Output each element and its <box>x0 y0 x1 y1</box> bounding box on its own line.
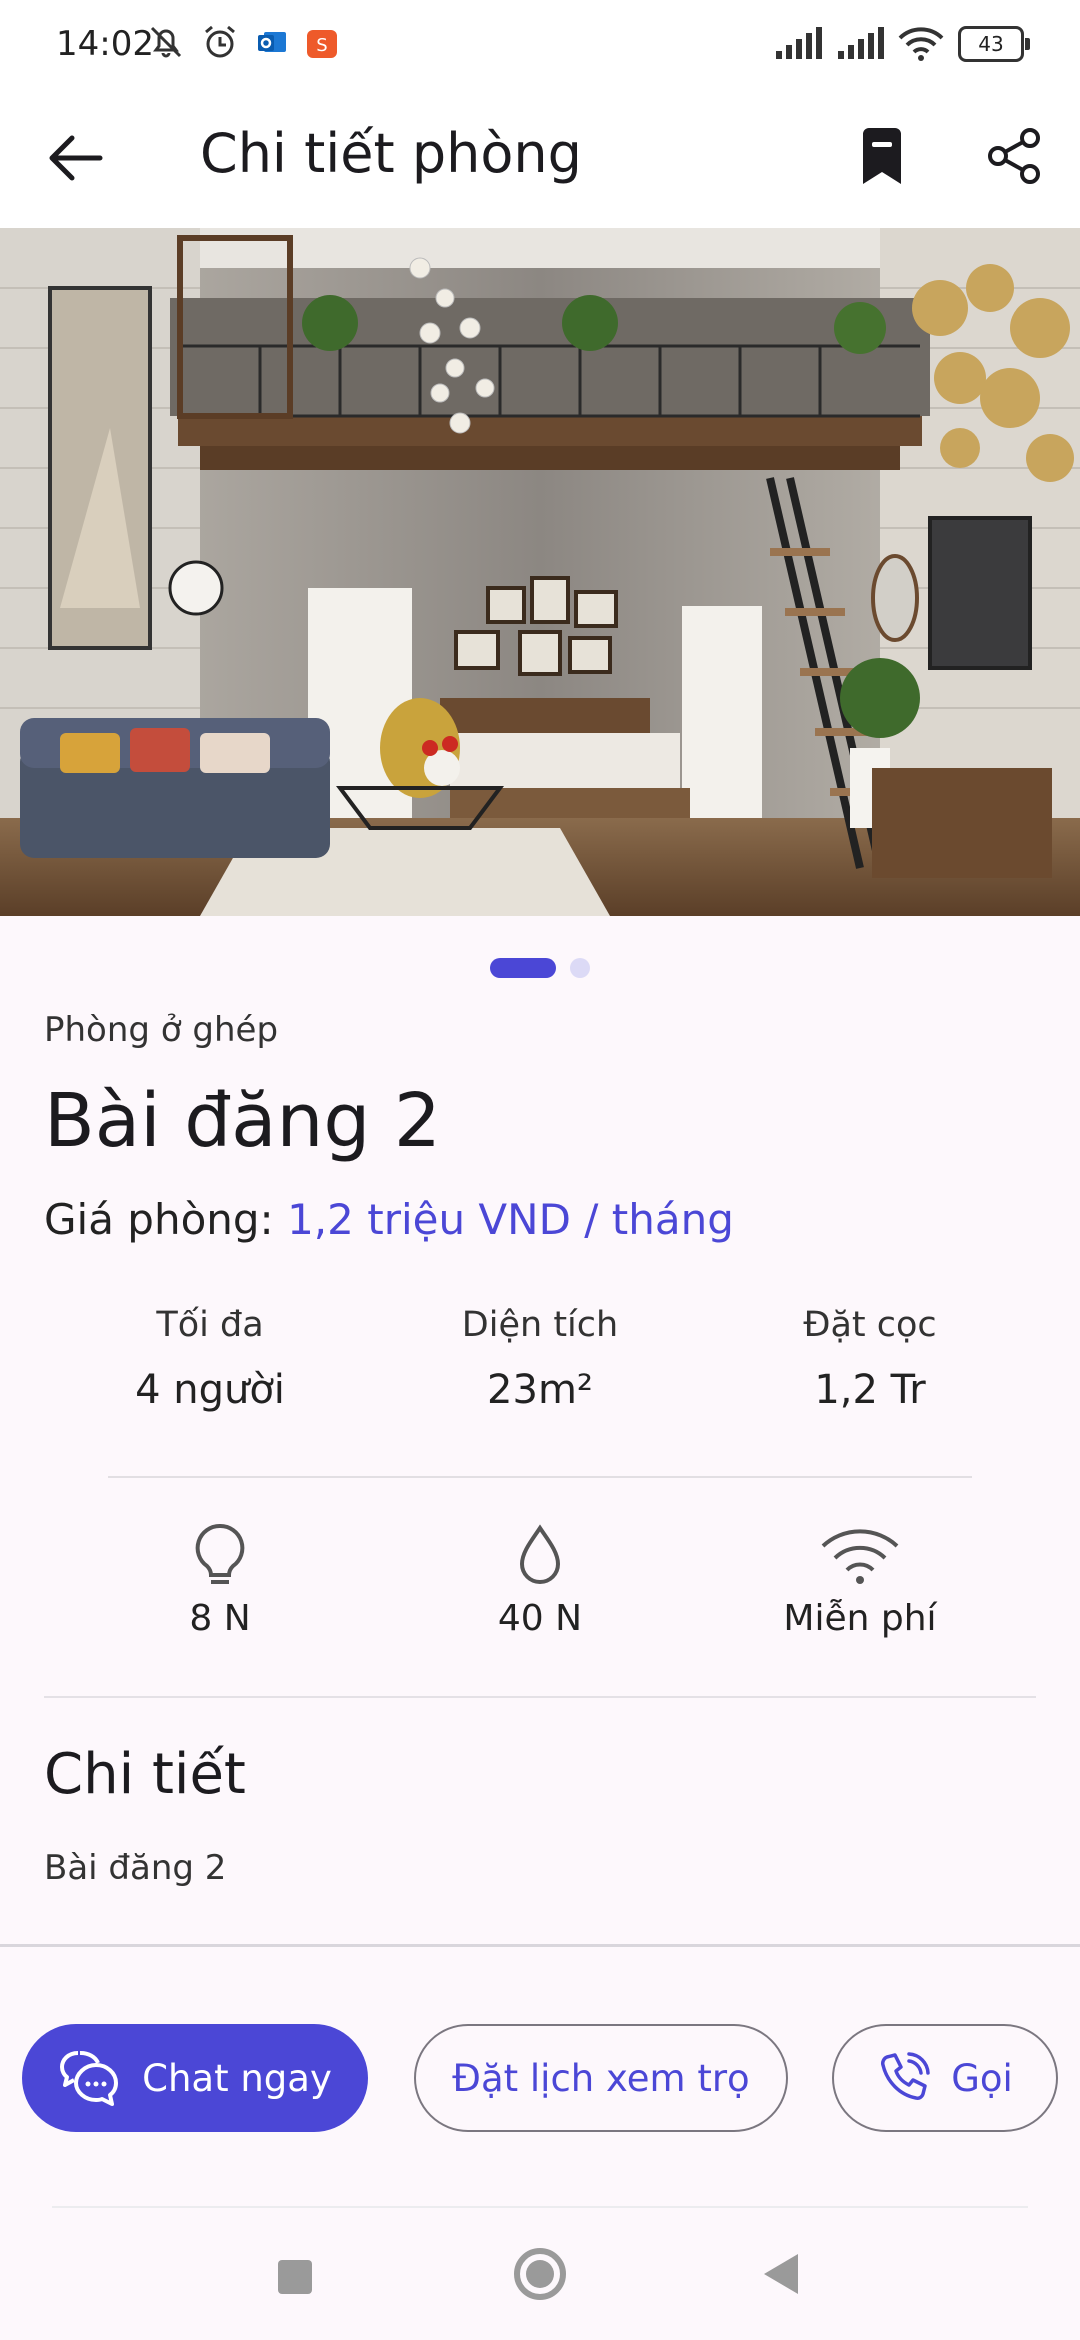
details-body: Bài đăng 2 <box>44 1848 227 1888</box>
outlook-icon <box>258 32 286 52</box>
utility-water: 40 N <box>430 1522 650 1639</box>
price-value: 1,2 triệu VND / tháng <box>287 1195 734 1244</box>
signal-icon <box>838 27 884 59</box>
room-photo <box>0 228 1080 916</box>
utility-electricity: 8 N <box>110 1522 330 1639</box>
shopee-icon: S <box>307 30 337 58</box>
room-type: Phòng ở ghép <box>44 1010 279 1050</box>
utility-value: 8 N <box>189 1598 251 1639</box>
utility-costs: 8 N 40 N Miễn phí <box>110 1522 970 1639</box>
bookmark-button[interactable] <box>842 116 922 196</box>
phone-call-icon <box>881 2052 930 2100</box>
share-button[interactable] <box>974 116 1054 196</box>
alarm-icon <box>205 25 235 58</box>
price-row: Giá phòng: 1,2 triệu VND / tháng <box>44 1195 734 1244</box>
call-button-label: Gọi <box>951 2056 1013 2100</box>
chat-bubble-icon <box>60 2051 119 2106</box>
room-stats: Tối đa 4 người Diện tích 23m² Đặt cọc 1,… <box>60 1305 1020 1413</box>
lightbulb-icon <box>195 1523 245 1584</box>
home-icon <box>526 2260 554 2288</box>
call-button[interactable]: Gọi <box>832 2024 1058 2132</box>
page-title: Chi tiết phòng <box>200 122 582 185</box>
utility-value: Miễn phí <box>783 1598 937 1639</box>
stat-deposit: Đặt cọc 1,2 Tr <box>720 1305 1020 1413</box>
details-heading: Chi tiết <box>44 1742 246 1807</box>
water-drop-icon <box>519 1524 561 1584</box>
share-icon <box>988 128 1040 184</box>
system-back-button[interactable] <box>764 2254 798 2294</box>
home-button[interactable] <box>514 2248 566 2300</box>
divider <box>108 1476 972 1478</box>
stat-value: 23m² <box>487 1367 593 1413</box>
carousel-indicator <box>0 958 1080 978</box>
top-app-bar: Chi tiết phòng <box>0 92 1080 228</box>
stat-label: Tối đa <box>156 1305 264 1345</box>
carousel-dot[interactable] <box>570 958 590 978</box>
notification-icons: S <box>146 22 340 62</box>
signal-icon <box>776 27 822 59</box>
status-time: 14:02 <box>56 24 154 64</box>
stat-label: Diện tích <box>461 1305 619 1345</box>
back-button[interactable] <box>36 118 116 198</box>
bookmark-icon <box>863 128 901 184</box>
listing-title: Bài đăng 2 <box>44 1078 441 1164</box>
battery-indicator: 43 <box>958 26 1030 62</box>
svg-text:S: S <box>316 35 327 56</box>
wifi-icon <box>821 1529 899 1584</box>
recents-button[interactable] <box>278 2260 312 2294</box>
stat-value: 1,2 Tr <box>814 1367 926 1413</box>
status-bar: 14:02 S 43 <box>0 0 1080 92</box>
divider <box>44 1696 1036 1698</box>
back-arrow-icon <box>49 135 103 181</box>
utility-wifi: Miễn phí <box>750 1522 970 1639</box>
chat-button[interactable]: Chat ngay <box>22 2024 368 2132</box>
wifi-icon <box>898 27 944 61</box>
room-photo-carousel[interactable] <box>0 228 1080 916</box>
schedule-viewing-button[interactable]: Đặt lịch xem trọ <box>414 2024 788 2132</box>
chat-button-label: Chat ngay <box>142 2056 332 2100</box>
stat-max-occupants: Tối đa 4 người <box>60 1305 360 1413</box>
muted-bell-icon <box>150 26 182 58</box>
schedule-button-label: Đặt lịch xem trọ <box>452 2056 750 2100</box>
utility-value: 40 N <box>497 1598 583 1639</box>
stat-area: Diện tích 23m² <box>390 1305 690 1413</box>
stat-value: 4 người <box>135 1367 285 1413</box>
carousel-dot-active[interactable] <box>490 958 556 978</box>
price-label: Giá phòng: <box>44 1195 274 1244</box>
system-icons: 43 <box>774 26 1030 62</box>
stat-label: Đặt cọc <box>803 1305 937 1345</box>
